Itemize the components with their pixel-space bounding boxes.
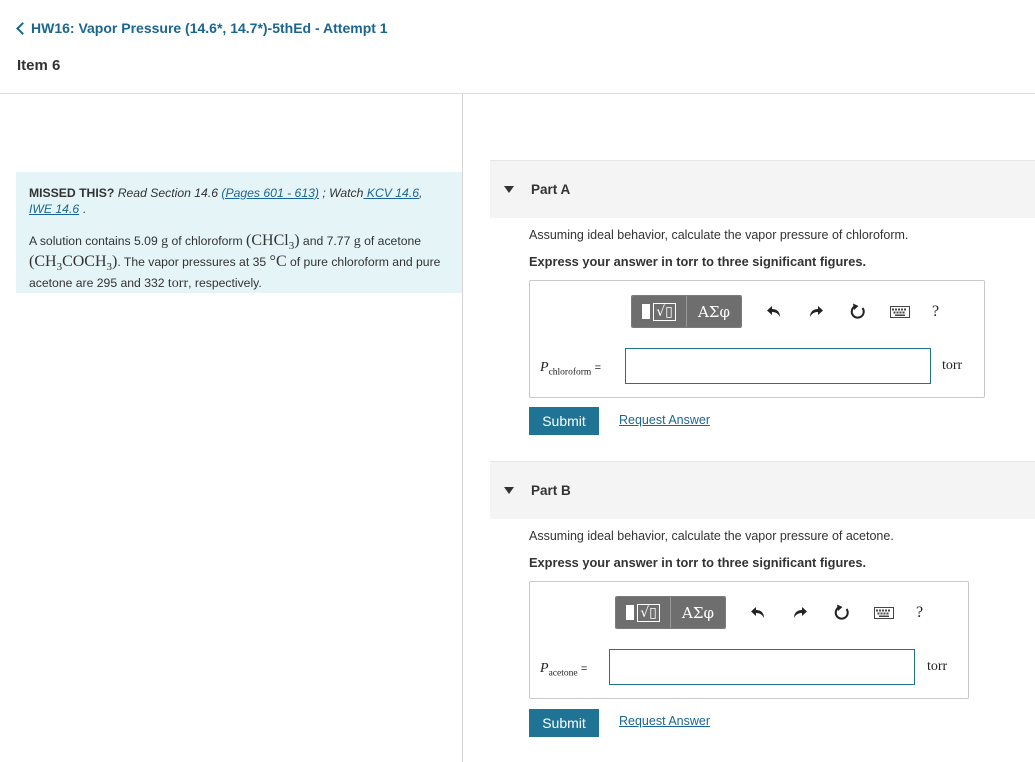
keyboard-icon[interactable]: [890, 302, 910, 322]
formula-part: COCH: [62, 253, 107, 271]
part-b-answer-box: √▯ ΑΣφ ? Pacetone = torr: [529, 581, 969, 699]
keyboard-icon[interactable]: [874, 603, 894, 623]
header-divider: [0, 93, 1035, 94]
problem-text: A solution contains 5.09: [29, 234, 162, 248]
assignment-title: HW16: Vapor Pressure (14.6*, 14.7*)-5thE…: [31, 20, 388, 36]
help-button[interactable]: ?: [916, 604, 923, 622]
formula-part: (CH: [29, 253, 57, 271]
problem-text: . The vapor pressures at 35: [117, 255, 270, 270]
part-a-question: Assuming ideal behavior, calculate the v…: [529, 228, 909, 242]
part-a-toolbar: √▯ ΑΣφ ?: [631, 295, 939, 328]
templates-icon: [626, 605, 635, 620]
problem-text: , respectively.: [188, 276, 262, 291]
templates-icon: [642, 304, 651, 319]
reset-icon[interactable]: [848, 302, 868, 322]
unit-torr: torr: [167, 276, 189, 292]
part-b-toolbar: √▯ ΑΣφ ?: [615, 596, 923, 629]
part-a-request-answer-link[interactable]: Request Answer: [619, 413, 710, 427]
part-a-answer-box: √▯ ΑΣφ ? Pchloroform = torr: [529, 280, 985, 398]
part-b-header[interactable]: Part B: [490, 461, 1035, 519]
template-button-group: √▯ ΑΣφ: [615, 596, 726, 629]
part-b-answer-input[interactable]: [609, 649, 915, 685]
iwe-link[interactable]: IWE 14.6: [29, 202, 79, 216]
missed-lead: MISSED THIS?: [29, 186, 115, 200]
part-a-variable-label: Pchloroform =: [540, 359, 601, 378]
chloroform-formula: (CHCl3): [246, 232, 300, 253]
missed-sep: ,: [419, 186, 423, 200]
chevron-left-icon: [16, 21, 29, 35]
template-button-group: √▯ ΑΣφ: [631, 295, 742, 328]
variable-subscript: chloroform: [548, 367, 592, 378]
radical-icon: √▯: [653, 302, 676, 321]
part-a-answer-input[interactable]: [625, 348, 931, 384]
part-b-variable-label: Pacetone =: [540, 660, 587, 679]
templates-button[interactable]: √▯: [616, 597, 670, 628]
missed-this-panel: MISSED THIS? Read Section 14.6 (Pages 60…: [16, 172, 462, 293]
radical-icon: √▯: [637, 603, 660, 622]
column-divider: [462, 94, 463, 762]
problem-statement: A solution contains 5.09 g of chloroform…: [29, 233, 446, 292]
temperature-unit: °C: [269, 253, 287, 271]
part-b-submit-button[interactable]: Submit: [529, 709, 599, 737]
part-a-instruction: Express your answer in torr to three sig…: [529, 254, 867, 269]
redo-icon[interactable]: [790, 603, 810, 623]
part-b-request-answer-link[interactable]: Request Answer: [619, 714, 710, 728]
redo-icon[interactable]: [806, 302, 826, 322]
missed-watch-text: ; Watch: [318, 186, 364, 200]
variable-symbol: P: [540, 661, 549, 676]
part-b-question: Assuming ideal behavior, calculate the v…: [529, 529, 894, 543]
part-a-unit: torr: [942, 358, 963, 373]
problem-text: and 7.77: [299, 234, 354, 248]
part-b-title: Part B: [531, 483, 571, 498]
kcv-link[interactable]: KCV 14.6: [363, 186, 419, 200]
unit-g: g: [353, 234, 361, 249]
equals-sign: =: [580, 663, 588, 675]
undo-icon[interactable]: [748, 603, 768, 623]
assignment-back-link[interactable]: HW16: Vapor Pressure (14.6*, 14.7*)-5thE…: [16, 20, 388, 36]
templates-button[interactable]: √▯: [632, 296, 686, 327]
part-b-unit: torr: [927, 659, 948, 674]
variable-symbol: P: [540, 360, 549, 375]
greek-symbols-button[interactable]: ΑΣφ: [670, 597, 725, 628]
greek-symbols-button[interactable]: ΑΣφ: [686, 296, 741, 327]
missed-end: .: [79, 202, 86, 216]
problem-text: of chloroform: [168, 234, 247, 248]
variable-subscript: acetone: [548, 668, 578, 679]
collapse-triangle-icon: [504, 186, 514, 193]
part-a-title: Part A: [531, 182, 571, 197]
pages-link[interactable]: (Pages 601 - 613): [221, 186, 319, 200]
undo-icon[interactable]: [764, 302, 784, 322]
missed-read-text: Read Section 14.6: [114, 186, 222, 200]
equals-sign: =: [594, 362, 601, 374]
part-a-header[interactable]: Part A: [490, 160, 1035, 218]
problem-text: of acetone: [360, 234, 422, 248]
acetone-formula: (CH3COCH3): [29, 253, 117, 274]
item-label: Item 6: [17, 57, 61, 74]
part-b-instruction: Express your answer in torr to three sig…: [529, 555, 867, 570]
help-button[interactable]: ?: [932, 303, 939, 321]
formula-part: (CHCl: [246, 232, 289, 249]
collapse-triangle-icon: [504, 487, 514, 494]
part-a-submit-button[interactable]: Submit: [529, 407, 599, 435]
reset-icon[interactable]: [832, 603, 852, 623]
